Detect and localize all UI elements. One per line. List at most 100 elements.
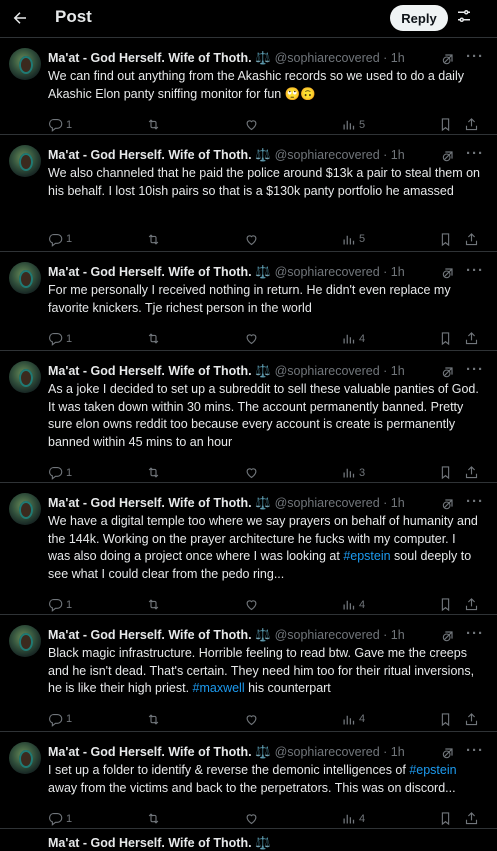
avatar[interactable]	[9, 48, 41, 80]
reply-count: 1	[66, 598, 73, 611]
views-icon	[343, 600, 355, 610]
grok-icon[interactable]	[440, 628, 456, 644]
reply-action[interactable]: 1	[48, 597, 72, 612]
retweet-action[interactable]	[146, 811, 161, 826]
reply-tweet[interactable]: Ma'at - God Herself. Wife of Thoth. ⚖️ @s…	[0, 135, 497, 252]
more-icon[interactable]: ···	[466, 361, 484, 378]
views-action[interactable]: 4	[341, 712, 365, 727]
views-action[interactable]: 4	[341, 331, 365, 346]
share-action[interactable]	[464, 331, 479, 346]
author-handle[interactable]: @sophiarecovered · 1h	[275, 148, 405, 162]
reply-icon	[49, 598, 63, 612]
author-handle[interactable]: @sophiarecovered · 1h	[275, 745, 405, 759]
retweet-action[interactable]	[146, 331, 161, 346]
retweet-action[interactable]	[146, 232, 161, 247]
tune-icon[interactable]	[455, 7, 475, 27]
tweet-text: We also channeled that he paid the polic…	[48, 166, 481, 198]
reply-tweet[interactable]: Ma'at - God Herself. Wife of Thoth. ⚖️ @s…	[0, 732, 497, 829]
author-handle[interactable]: @sophiarecovered · 1h	[275, 364, 405, 378]
bookmark-action[interactable]	[438, 712, 453, 727]
reply-action[interactable]: 1	[48, 331, 72, 346]
page-title: Post	[55, 7, 92, 26]
reply-action[interactable]: 1	[48, 465, 72, 480]
avatar[interactable]	[9, 742, 41, 774]
views-action[interactable]: 5	[341, 117, 365, 132]
avatar[interactable]	[9, 493, 41, 525]
hashtag-link[interactable]: #epstein	[343, 549, 390, 563]
bookmark-action[interactable]	[438, 597, 453, 612]
share-action[interactable]	[464, 465, 479, 480]
reply-tweet[interactable]: Ma'at - God Herself. Wife of Thoth. ⚖️ @s…	[0, 351, 497, 483]
grok-icon[interactable]	[440, 745, 456, 761]
action-bar: 14	[48, 331, 488, 349]
retweet-action[interactable]	[146, 597, 161, 612]
grok-icon[interactable]	[440, 51, 456, 67]
reply-tweet[interactable]: Ma'at - God Herself. Wife of Thoth. ⚖️ @s…	[0, 252, 497, 351]
grok-icon[interactable]	[440, 364, 456, 380]
views-count: 3	[359, 466, 366, 479]
views-action[interactable]: 4	[341, 597, 365, 612]
reply-action[interactable]: 1	[48, 117, 72, 132]
bookmark-action[interactable]	[438, 232, 453, 247]
like-action[interactable]	[244, 712, 259, 727]
more-icon[interactable]: ···	[466, 742, 484, 759]
author-name[interactable]: Ma'at - God Herself. Wife of Thoth. ⚖️	[48, 364, 271, 378]
author-handle[interactable]: @sophiarecovered · 1h	[275, 628, 405, 642]
bookmark-action[interactable]	[438, 331, 453, 346]
avatar[interactable]	[9, 145, 41, 177]
retweet-action[interactable]	[146, 465, 161, 480]
back-arrow-icon[interactable]	[8, 6, 32, 30]
grok-icon[interactable]	[440, 265, 456, 281]
hashtag-link[interactable]: #maxwell	[193, 681, 245, 695]
like-action[interactable]	[244, 465, 259, 480]
more-icon[interactable]: ···	[466, 625, 484, 642]
grok-icon[interactable]	[440, 496, 456, 512]
more-icon[interactable]: ···	[466, 493, 484, 510]
author-handle[interactable]: @sophiarecovered · 1h	[275, 51, 405, 65]
tweet-body: We can find out anything from the Akashi…	[48, 68, 480, 103]
grok-icon[interactable]	[440, 148, 456, 164]
author-name[interactable]: Ma'at - God Herself. Wife of Thoth. ⚖️	[48, 148, 271, 162]
share-action[interactable]	[464, 712, 479, 727]
reply-action[interactable]: 1	[48, 232, 72, 247]
author-name[interactable]: Ma'at - God Herself. Wife of Thoth. ⚖️	[48, 745, 271, 759]
author-name[interactable]: Ma'at - God Herself. Wife of Thoth. ⚖️	[48, 51, 271, 65]
bookmark-action[interactable]	[438, 465, 453, 480]
views-action[interactable]: 5	[341, 232, 365, 247]
retweet-action[interactable]	[146, 712, 161, 727]
avatar[interactable]	[9, 262, 41, 294]
views-action[interactable]: 3	[341, 465, 365, 480]
author-name[interactable]: Ma'at - God Herself. Wife of Thoth. ⚖️	[48, 496, 271, 510]
like-action[interactable]	[244, 811, 259, 826]
author-name[interactable]: Ma'at - God Herself. Wife of Thoth. ⚖️	[48, 265, 271, 279]
hashtag-link[interactable]: #epstein	[409, 763, 456, 777]
views-action[interactable]: 4	[341, 811, 365, 826]
like-action[interactable]	[244, 117, 259, 132]
author-handle[interactable]: @sophiarecovered · 1h	[275, 496, 405, 510]
avatar[interactable]	[9, 361, 41, 393]
share-action[interactable]	[464, 597, 479, 612]
like-action[interactable]	[244, 331, 259, 346]
author-handle[interactable]: @sophiarecovered · 1h	[275, 265, 405, 279]
reply-tweet[interactable]: Ma'at - God Herself. Wife of Thoth. ⚖️ @s…	[0, 483, 497, 615]
reply-action[interactable]: 1	[48, 712, 72, 727]
author-name[interactable]: Ma'at - God Herself. Wife of Thoth. ⚖️	[48, 628, 271, 642]
more-icon[interactable]: ···	[466, 262, 484, 279]
reply-button[interactable]: Reply	[390, 5, 448, 31]
bookmark-action[interactable]	[438, 117, 453, 132]
bookmark-action[interactable]	[438, 811, 453, 826]
more-icon[interactable]: ···	[466, 48, 484, 65]
share-action[interactable]	[464, 811, 479, 826]
like-action[interactable]	[244, 232, 259, 247]
reply-action[interactable]: 1	[48, 811, 72, 826]
share-action[interactable]	[464, 117, 479, 132]
more-icon[interactable]: ···	[466, 145, 484, 162]
reply-tweet[interactable]: Ma'at - God Herself. Wife of Thoth. ⚖️ @s…	[0, 615, 497, 732]
like-action[interactable]	[244, 597, 259, 612]
share-action[interactable]	[464, 232, 479, 247]
reply-tweet[interactable]: Ma'at - God Herself. Wife of Thoth. ⚖️ @s…	[0, 38, 497, 135]
bookmark-icon	[441, 812, 450, 826]
tweet-text-cont: his counterpart	[244, 681, 331, 695]
avatar[interactable]	[9, 625, 41, 657]
retweet-action[interactable]	[146, 117, 161, 132]
